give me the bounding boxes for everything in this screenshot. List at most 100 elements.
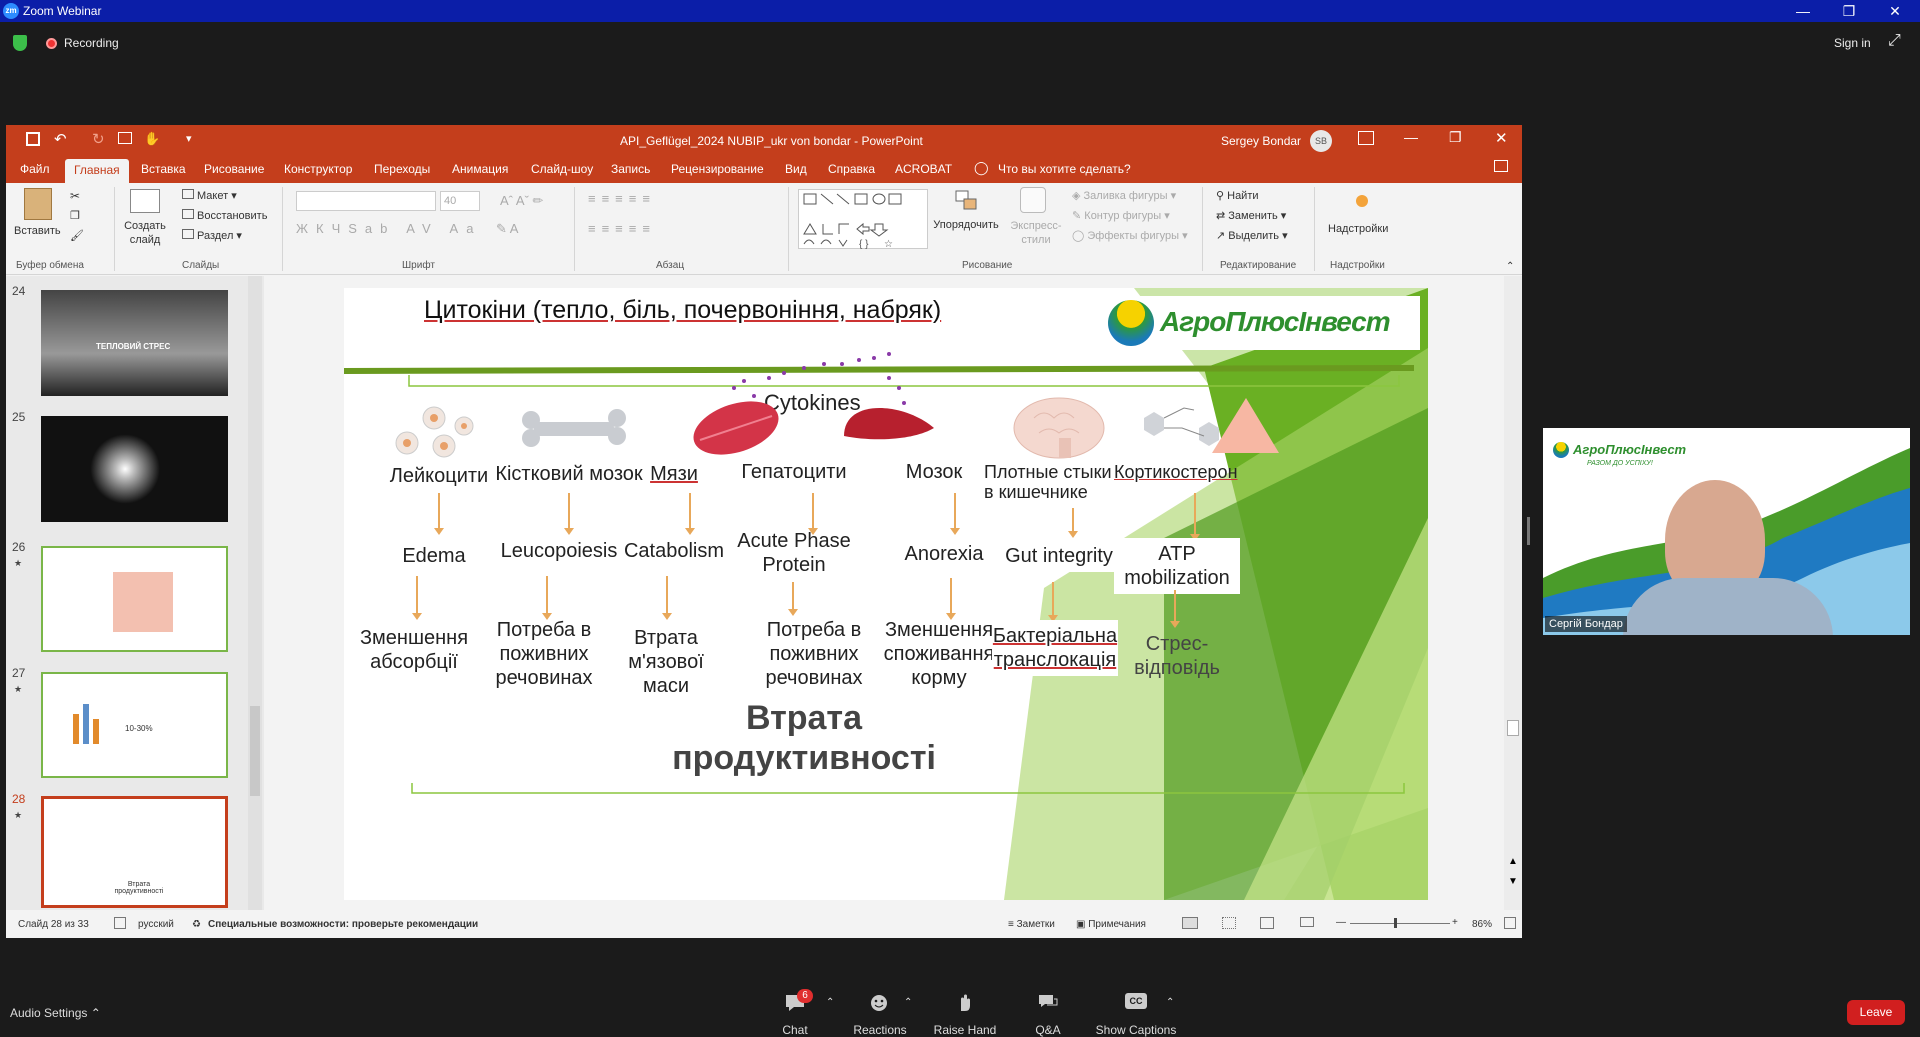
paste-icon[interactable] (24, 188, 52, 220)
cut-icon[interactable]: ✂ (70, 189, 80, 203)
font-format-icons[interactable]: ЖКЧSab AV Aa (296, 221, 481, 236)
zoom-slider[interactable] (1350, 918, 1450, 928)
section-button[interactable]: Раздел ▾ (182, 229, 242, 242)
font-name-input[interactable] (296, 191, 436, 211)
notes-button[interactable]: ≡ Заметки (1008, 919, 1055, 930)
slide-thumbnail-28[interactable]: Втрата продуктивності (41, 796, 228, 908)
captions-icon[interactable]: CC (1125, 993, 1147, 1013)
customize-qat-icon[interactable]: ▾ (186, 132, 192, 145)
tab-animations[interactable]: Анимация (452, 162, 508, 176)
select-button[interactable]: ↗ Выделить ▾ (1216, 229, 1288, 242)
grow-font-icon[interactable]: Aˆ Aˇ ✏ (500, 193, 543, 209)
shape-outline-button[interactable]: ✎ Контур фигуры ▾ (1072, 209, 1170, 222)
normal-view-icon[interactable] (1182, 917, 1198, 929)
prev-slide-icon[interactable]: ▲ (1508, 856, 1518, 867)
zoom-out-icon[interactable]: — (1336, 917, 1346, 928)
arrange-button[interactable]: Упорядочить (928, 219, 1004, 231)
find-button[interactable]: ⚲ Найти (1216, 189, 1259, 202)
fit-to-window-icon[interactable] (1504, 917, 1516, 929)
tab-draw[interactable]: Рисование (204, 162, 264, 176)
format-painter-icon[interactable]: 🖌 (70, 229, 84, 242)
minimize-button[interactable]: — (1788, 2, 1818, 20)
font-size-input[interactable]: 40 (440, 191, 480, 211)
restore-button[interactable]: ❐ (1834, 2, 1864, 20)
leave-button[interactable]: Leave (1847, 1000, 1905, 1025)
slide-thumbnail-26[interactable] (41, 546, 228, 652)
zoom-level[interactable]: 86% (1472, 919, 1492, 930)
captions-options-icon[interactable]: ⌃ (1166, 997, 1174, 1008)
tab-transitions[interactable]: Переходы (374, 162, 430, 176)
reset-button[interactable]: Восстановить (182, 209, 267, 222)
tab-slideshow[interactable]: Слайд-шоу (531, 162, 593, 176)
addins-icon[interactable] (1356, 195, 1368, 207)
show-captions-button[interactable]: Show Captions (1096, 1023, 1177, 1037)
new-slide-button[interactable]: Создать слайд (120, 219, 170, 247)
tab-help[interactable]: Справка (828, 162, 875, 176)
raise-hand-button[interactable]: Raise Hand (934, 1023, 997, 1037)
replace-button[interactable]: ⇄ Заменить ▾ (1216, 209, 1286, 222)
tab-design[interactable]: Конструктор (284, 162, 352, 176)
user-name[interactable]: Sergey Bondar (1221, 134, 1301, 148)
fullscreen-icon[interactable]: ⤢ (1888, 32, 1901, 50)
thumbs-scrollbar[interactable] (248, 276, 262, 910)
tab-acrobat[interactable]: ACROBAT (895, 162, 952, 176)
copy-icon[interactable]: ❐ (70, 209, 80, 222)
touch-mode-icon[interactable]: ✋ (144, 131, 160, 147)
tab-review[interactable]: Рецензирование (671, 162, 764, 176)
speaker-video[interactable]: АгроПлюсІнвест РАЗОМ ДО УСПІХУ! Сергій Б… (1543, 428, 1910, 635)
addins-button[interactable]: Надстройки (1328, 223, 1388, 235)
qa-icon[interactable] (1037, 993, 1059, 1013)
sign-in-link[interactable]: Sign in (1834, 36, 1871, 50)
ribbon-display-icon[interactable] (1358, 131, 1374, 145)
chat-options-icon[interactable]: ⌃ (826, 997, 834, 1008)
avatar[interactable]: SB (1310, 130, 1332, 152)
slide-thumbnail-25[interactable] (41, 416, 228, 522)
edit-scrollbar[interactable]: ▲ ▼ (1504, 276, 1522, 910)
shape-effects-button[interactable]: ◯ Эффекты фигуры ▾ (1072, 229, 1188, 242)
quick-styles-button[interactable]: Экспресс-стили (1008, 219, 1064, 247)
raise-hand-icon[interactable] (954, 993, 976, 1013)
layout-button[interactable]: Макет ▾ (182, 189, 237, 202)
slide-thumbnail-24[interactable]: ТЕПЛОВИЙ СТРЕС (41, 290, 228, 396)
list-icons[interactable]: ≡≡≡≡≡ (588, 191, 656, 206)
font-color-icon[interactable]: ✎ A (496, 221, 518, 237)
tab-view[interactable]: Вид (785, 162, 807, 176)
tab-home[interactable]: Главная (65, 159, 129, 183)
chat-button[interactable]: Chat (782, 1023, 807, 1037)
reactions-icon[interactable] (869, 993, 891, 1013)
shape-fill-button[interactable]: ◈ Заливка фигуры ▾ (1072, 189, 1176, 202)
reactions-options-icon[interactable]: ⌃ (904, 997, 912, 1008)
undo-icon[interactable]: ↶ (54, 130, 67, 148)
zoom-in-icon[interactable]: + (1452, 917, 1458, 928)
tab-file[interactable]: Файл (20, 162, 50, 176)
comments-button[interactable]: ▣ Примечания (1076, 919, 1146, 930)
align-icons[interactable]: ≡≡≡≡≡ (588, 221, 656, 236)
comments-icon[interactable] (1494, 160, 1508, 172)
spellcheck-icon[interactable] (114, 917, 126, 929)
slide-thumbnail-27[interactable]: 10-30% (41, 672, 228, 778)
qa-button[interactable]: Q&A (1035, 1023, 1060, 1037)
reactions-button[interactable]: Reactions (853, 1023, 906, 1037)
audio-settings-button[interactable]: Audio Settings ⌃ (10, 1006, 101, 1020)
accessibility-status[interactable]: Специальные возможности: проверьте реком… (208, 919, 478, 930)
shapes-gallery[interactable]: { } ☆ (798, 189, 928, 250)
present-icon[interactable] (118, 132, 132, 144)
new-slide-icon[interactable] (130, 189, 160, 213)
ppt-restore-button[interactable]: ❐ (1449, 129, 1462, 146)
accessibility-icon[interactable]: ♻ (192, 919, 201, 930)
collapse-ribbon-icon[interactable]: ⌃ (1506, 261, 1514, 272)
close-button[interactable]: ✕ (1880, 2, 1910, 20)
arrange-icon[interactable] (954, 189, 980, 213)
ppt-minimize-button[interactable]: — (1404, 129, 1418, 145)
slideshow-icon[interactable] (1300, 917, 1314, 927)
slide-sorter-icon[interactable] (1222, 917, 1236, 929)
video-resize-handle[interactable] (1527, 517, 1530, 545)
paste-button[interactable]: Вставить (14, 225, 61, 237)
tell-me-input[interactable]: Что вы хотите сделать? (998, 162, 1131, 176)
next-slide-icon[interactable]: ▼ (1508, 876, 1518, 887)
save-icon[interactable] (26, 132, 40, 146)
quick-styles-icon[interactable] (1020, 187, 1046, 213)
redo-icon[interactable]: ↻ (92, 130, 105, 148)
language-label[interactable]: русский (138, 919, 174, 930)
ppt-close-button[interactable]: ✕ (1495, 129, 1508, 147)
